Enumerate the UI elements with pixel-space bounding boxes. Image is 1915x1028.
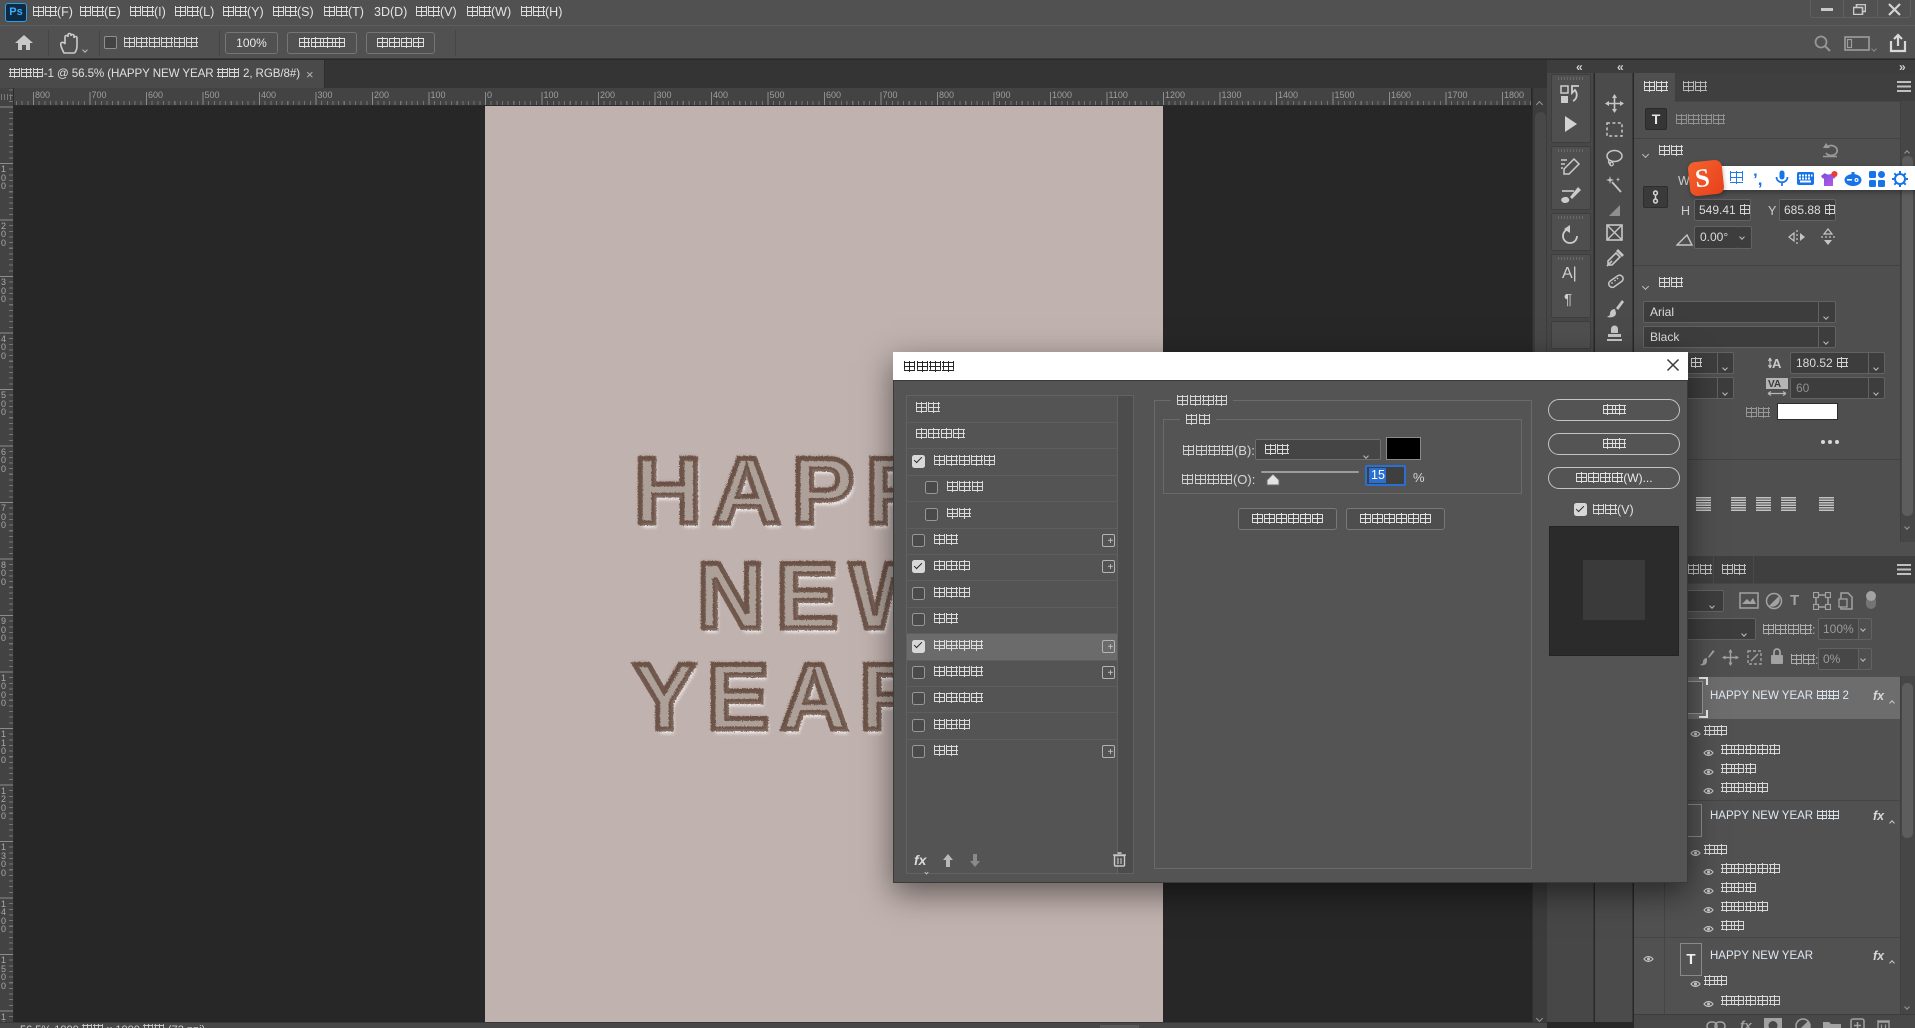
svg-text:A: A — [1772, 356, 1782, 371]
svg-text:VA: VA — [1768, 379, 1781, 390]
